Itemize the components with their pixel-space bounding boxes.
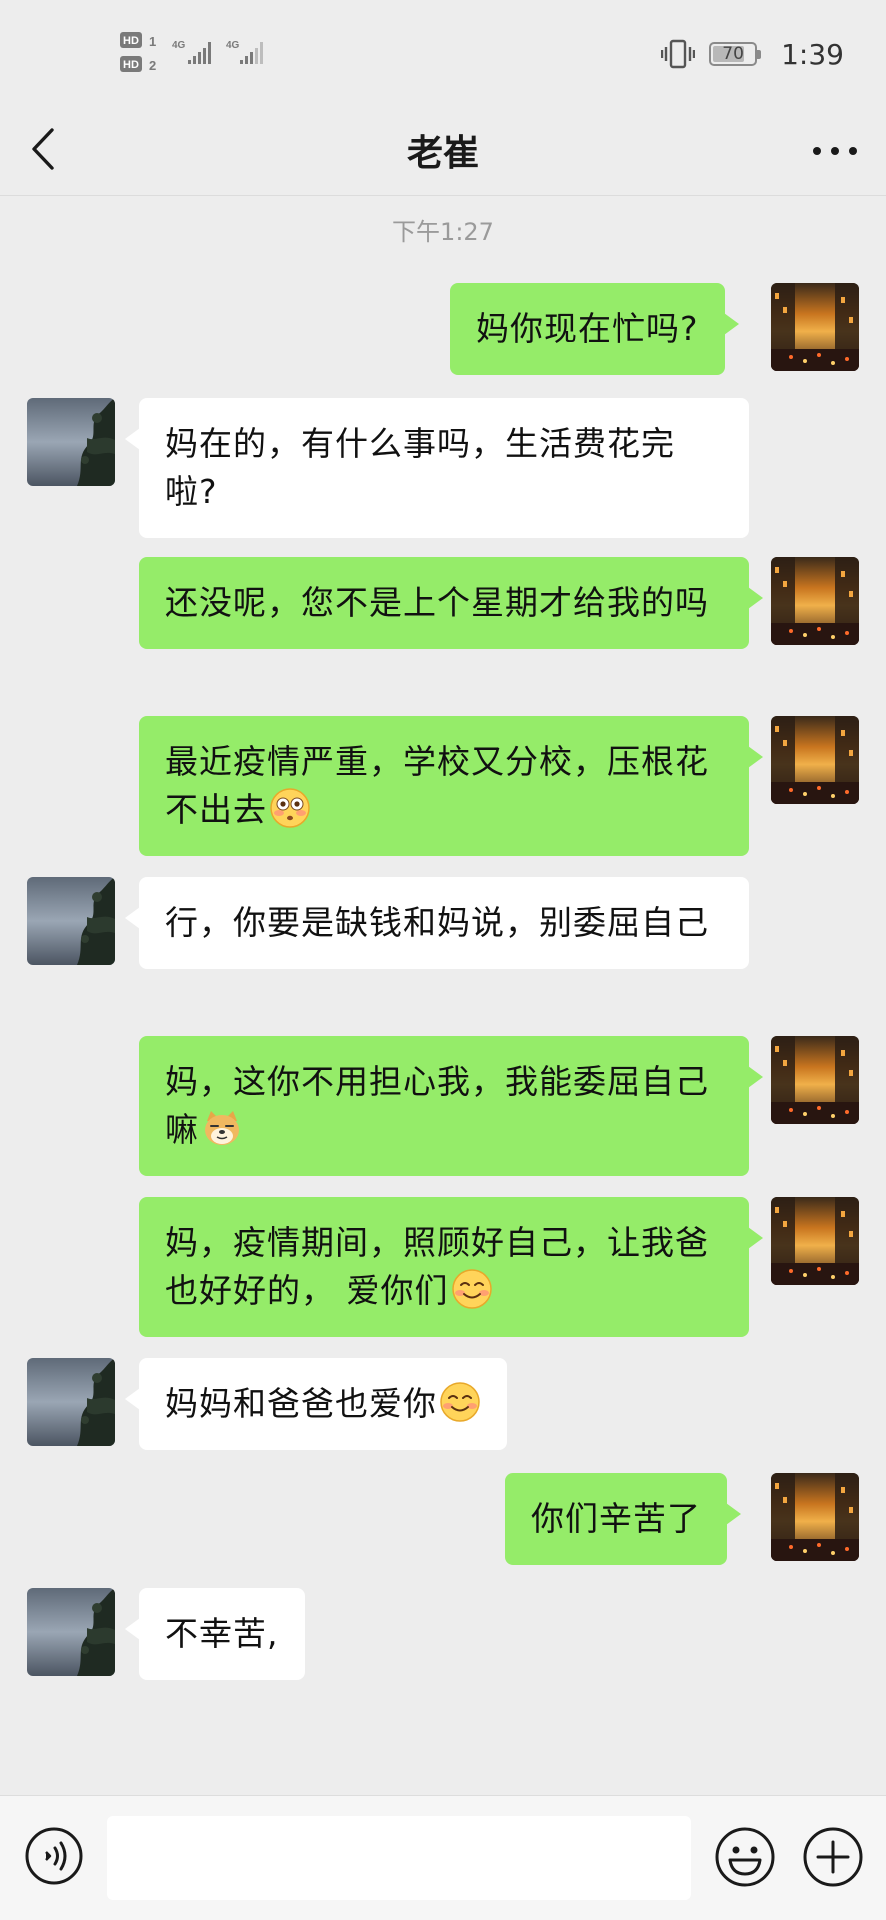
message-timestamp: 下午1:27: [392, 218, 494, 246]
plus-icon[interactable]: [802, 1826, 864, 1888]
message-bubble-sent[interactable]: 还没呢，您不是上个星期才给我的吗: [139, 557, 763, 649]
my-avatar[interactable]: [771, 557, 859, 645]
chat-header: 老崔: [0, 108, 886, 196]
contact-avatar[interactable]: [27, 1588, 115, 1676]
smiling-face-emoji: [439, 1381, 481, 1423]
input-bar: [0, 1795, 886, 1920]
signal-icon: HD 1 HD 2 4G 4G: [120, 32, 263, 73]
vibrate-icon: [661, 39, 696, 69]
my-avatar[interactable]: [771, 283, 859, 371]
message-text: 妈妈和爸爸也爱你: [165, 1384, 437, 1423]
my-avatar[interactable]: [771, 1473, 859, 1561]
message-text: 妈，这你不用担心我，我能委屈自己嘛: [165, 1062, 709, 1149]
status-bar: HD 1 HD 2 4G 4G 70 1:39: [0, 0, 886, 108]
svg-text:4G: 4G: [172, 40, 186, 51]
my-avatar[interactable]: [771, 1036, 859, 1124]
message-bubble-received[interactable]: 妈在的，有什么事吗，生活费花完啦?: [125, 398, 749, 538]
contact-avatar[interactable]: [27, 877, 115, 965]
my-avatar[interactable]: [771, 716, 859, 804]
contact-avatar[interactable]: [27, 398, 115, 486]
svg-text:HD: HD: [123, 59, 139, 71]
message-bubble-received[interactable]: 不幸苦,: [125, 1588, 305, 1680]
message-text: 还没呢，您不是上个星期才给我的吗: [165, 583, 709, 622]
emoji-icon[interactable]: [714, 1826, 776, 1888]
svg-text:2: 2: [149, 58, 156, 73]
message-bubble-sent[interactable]: 妈你现在忙吗?: [450, 283, 739, 375]
flushed-face-emoji: [269, 787, 311, 829]
more-dots-icon[interactable]: [810, 138, 860, 164]
message-text: 最近疫情严重，学校又分校，压根花不出去: [165, 742, 709, 829]
status-right: 70 1:39: [661, 36, 844, 72]
chat-title: 老崔: [406, 133, 479, 174]
contact-avatar[interactable]: [27, 1358, 115, 1446]
message-bubble-sent[interactable]: 你们辛苦了: [505, 1473, 741, 1565]
smiling-face-emoji: [451, 1268, 493, 1310]
svg-text:HD: HD: [123, 35, 139, 47]
status-time: 1:39: [781, 37, 844, 71]
message-text: 你们辛苦了: [531, 1499, 701, 1538]
message-bubble-received[interactable]: 行，你要是缺钱和妈说，别委屈自己: [125, 877, 749, 969]
message-text: 不幸苦,: [165, 1614, 279, 1653]
message-text: 妈你现在忙吗?: [476, 309, 699, 348]
message-bubble-sent[interactable]: 最近疫情严重，学校又分校，压根花不出去: [139, 716, 763, 856]
my-avatar[interactable]: [771, 1197, 859, 1285]
doge-emoji: [201, 1107, 243, 1149]
message-bubble-sent[interactable]: 妈，疫情期间，照顾好自己，让我爸也好好的， 爱你们: [139, 1197, 763, 1337]
svg-text:1: 1: [149, 34, 156, 49]
battery-level: 70: [722, 44, 744, 64]
svg-text:4G: 4G: [226, 40, 240, 51]
battery-icon: 70: [709, 42, 762, 66]
message-bubble-sent[interactable]: 妈，这你不用担心我，我能委屈自己嘛: [139, 1036, 763, 1176]
message-text: 妈在的，有什么事吗，生活费花完啦?: [165, 424, 675, 511]
message-text: 妈，疫情期间，照顾好自己，让我爸也好好的， 爱你们: [165, 1223, 709, 1310]
message-text: 行，你要是缺钱和妈说，别委屈自己: [165, 903, 709, 942]
message-bubble-received[interactable]: 妈妈和爸爸也爱你: [125, 1358, 507, 1450]
message-input[interactable]: [107, 1816, 691, 1900]
voice-icon[interactable]: [24, 1826, 84, 1886]
